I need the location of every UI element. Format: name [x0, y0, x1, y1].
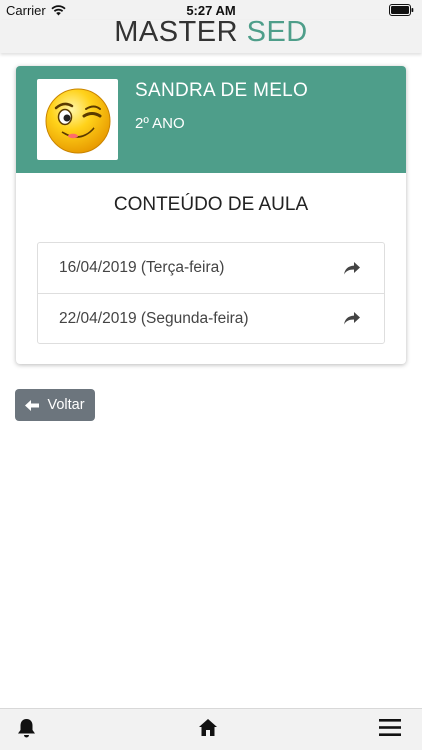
list-item-date: 16/04/2019 (Terça-feira) [59, 259, 225, 276]
brand-logo: MASTER SED [0, 18, 422, 47]
arrow-left-icon [25, 399, 40, 411]
student-card: SANDRA DE MELO 2º ANO CONTEÚDO DE AULA 1… [16, 66, 406, 364]
bottom-tab-bar [0, 708, 422, 750]
home-icon [199, 719, 217, 736]
student-card-header: SANDRA DE MELO 2º ANO [16, 66, 406, 173]
notifications-tab[interactable] [17, 718, 36, 744]
share-arrow-icon [344, 261, 360, 274]
list-item[interactable]: 22/04/2019 (Segunda-feira) [38, 293, 384, 343]
home-tab[interactable] [198, 718, 218, 742]
back-button[interactable]: Voltar [15, 389, 95, 421]
menu-icon [379, 719, 401, 736]
app-header: MASTER SED [0, 18, 422, 53]
brand-accent: SED [246, 16, 308, 48]
class-content-list: 16/04/2019 (Terça-feira) 22/04/2019 (Seg… [37, 242, 385, 344]
menu-tab[interactable] [379, 718, 401, 742]
student-name: SANDRA DE MELO [135, 80, 309, 101]
battery-icon [389, 4, 414, 16]
list-item[interactable]: 16/04/2019 (Terça-feira) [38, 243, 384, 293]
student-grade: 2º ANO [135, 115, 185, 132]
back-button-label: Voltar [47, 397, 85, 413]
section-title: CONTEÚDO DE AULA [113, 194, 309, 215]
bell-icon [18, 719, 35, 738]
list-item-date: 22/04/2019 (Segunda-feira) [59, 309, 249, 327]
winking-emoji-icon [45, 88, 110, 153]
brand-main: MASTER [114, 16, 239, 48]
avatar [37, 79, 118, 160]
share-arrow-icon [344, 312, 360, 325]
